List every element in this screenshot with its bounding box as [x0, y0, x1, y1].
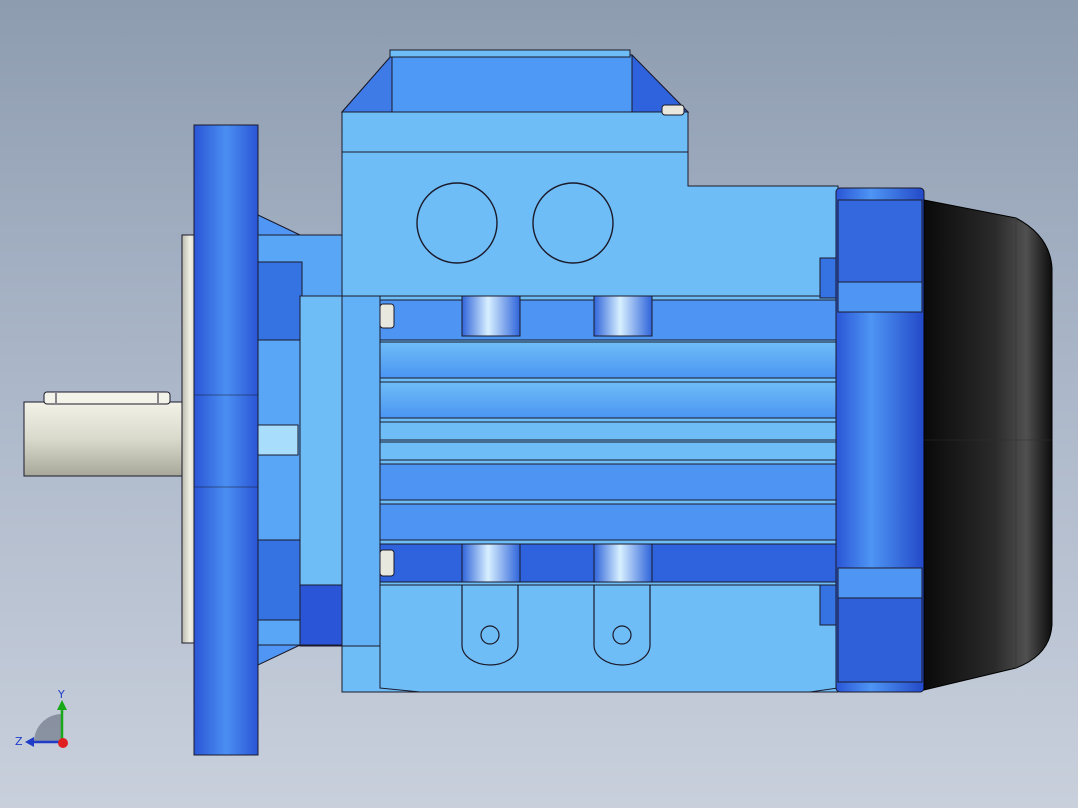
fan-cover[interactable]: [923, 199, 1053, 691]
mounting-flange[interactable]: [193, 124, 259, 756]
x-axis-marker: [58, 738, 68, 748]
z-axis-label: Z: [15, 735, 23, 748]
output-shaft[interactable]: [23, 391, 187, 477]
y-axis-label: Y: [57, 688, 65, 701]
cad-viewport[interactable]: Y Z: [0, 0, 1078, 808]
coordinate-triad: Y Z: [15, 688, 68, 748]
end-shield[interactable]: [819, 187, 925, 693]
motor-model[interactable]: Y Z: [0, 0, 1078, 808]
terminal-box[interactable]: [340, 49, 839, 297]
